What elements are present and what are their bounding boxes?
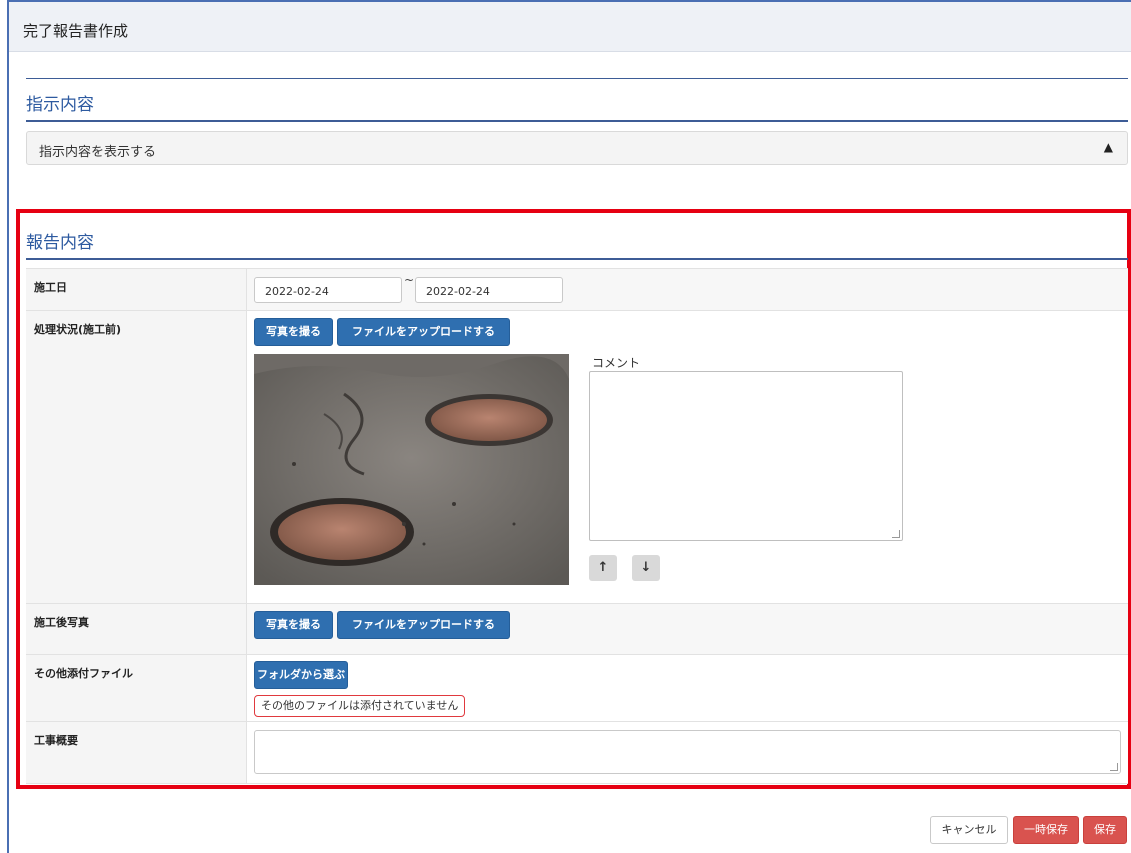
temp-save-button[interactable]: 一時保存 [1013,816,1079,844]
work-date-end-input[interactable]: 2022-02-24 [415,277,563,303]
header-bar: 完了報告書作成 [9,2,1131,52]
report-form: 施工日 2022-02-24 ~ 2022-02-24 処理状況(施工前) 写真… [26,268,1128,784]
choose-folder-button[interactable]: フォルダから選ぶ [254,661,348,689]
caret-up-icon: ▲ [1103,140,1113,154]
no-files-notice: その他のファイルは添付されていません [254,695,466,717]
move-up-button[interactable]: ↑ [589,555,617,581]
summary-textarea[interactable] [254,730,1121,774]
instruction-top-rule [26,78,1128,79]
row-work-date: 施工日 2022-02-24 ~ 2022-02-24 [26,269,1128,311]
instruction-toggle[interactable]: 指示内容を表示する ▲ [26,131,1128,165]
before-photos-label: 処理状況(施工前) [34,323,122,336]
pothole-photo-image [254,354,569,585]
instruction-rule [26,120,1128,122]
before-upload-button[interactable]: ファイルをアップロードする [337,318,510,346]
report-rule [26,258,1128,260]
row-before-photos: 処理状況(施工前) 写真を撮る ファイルをアップロードする コメント ↑ ↓ [26,311,1128,604]
before-photo-thumbnail[interactable] [254,354,569,585]
row-summary: 工事概要 [26,722,1128,784]
instruction-heading: 指示内容 [26,95,94,115]
after-upload-button[interactable]: ファイルをアップロードする [337,611,510,639]
row-other-files: その他添付ファイル フォルダから選ぶ その他のファイルは添付されていません [26,655,1128,722]
work-date-label: 施工日 [34,281,67,294]
resize-grip-icon[interactable] [892,530,900,538]
page-title: 完了報告書作成 [23,22,129,40]
work-date-start-input[interactable]: 2022-02-24 [254,277,402,303]
after-photos-label: 施工後写真 [34,616,89,629]
move-down-button[interactable]: ↓ [632,555,660,581]
cancel-button[interactable]: キャンセル [930,816,1008,844]
instruction-toggle-label: 指示内容を表示する [39,145,157,160]
save-button[interactable]: 保存 [1083,816,1127,844]
date-separator: ~ [404,273,415,287]
other-files-label: その他添付ファイル [34,667,133,680]
summary-label: 工事概要 [34,734,78,747]
report-heading: 報告内容 [26,233,94,253]
row-after-photos: 施工後写真 写真を撮る ファイルをアップロードする [26,604,1128,655]
comment-textarea[interactable] [589,371,903,541]
comment-label: コメント [592,356,641,370]
after-take-photo-button[interactable]: 写真を撮る [254,611,333,639]
resize-grip-icon[interactable] [1110,763,1118,771]
before-take-photo-button[interactable]: 写真を撮る [254,318,333,346]
